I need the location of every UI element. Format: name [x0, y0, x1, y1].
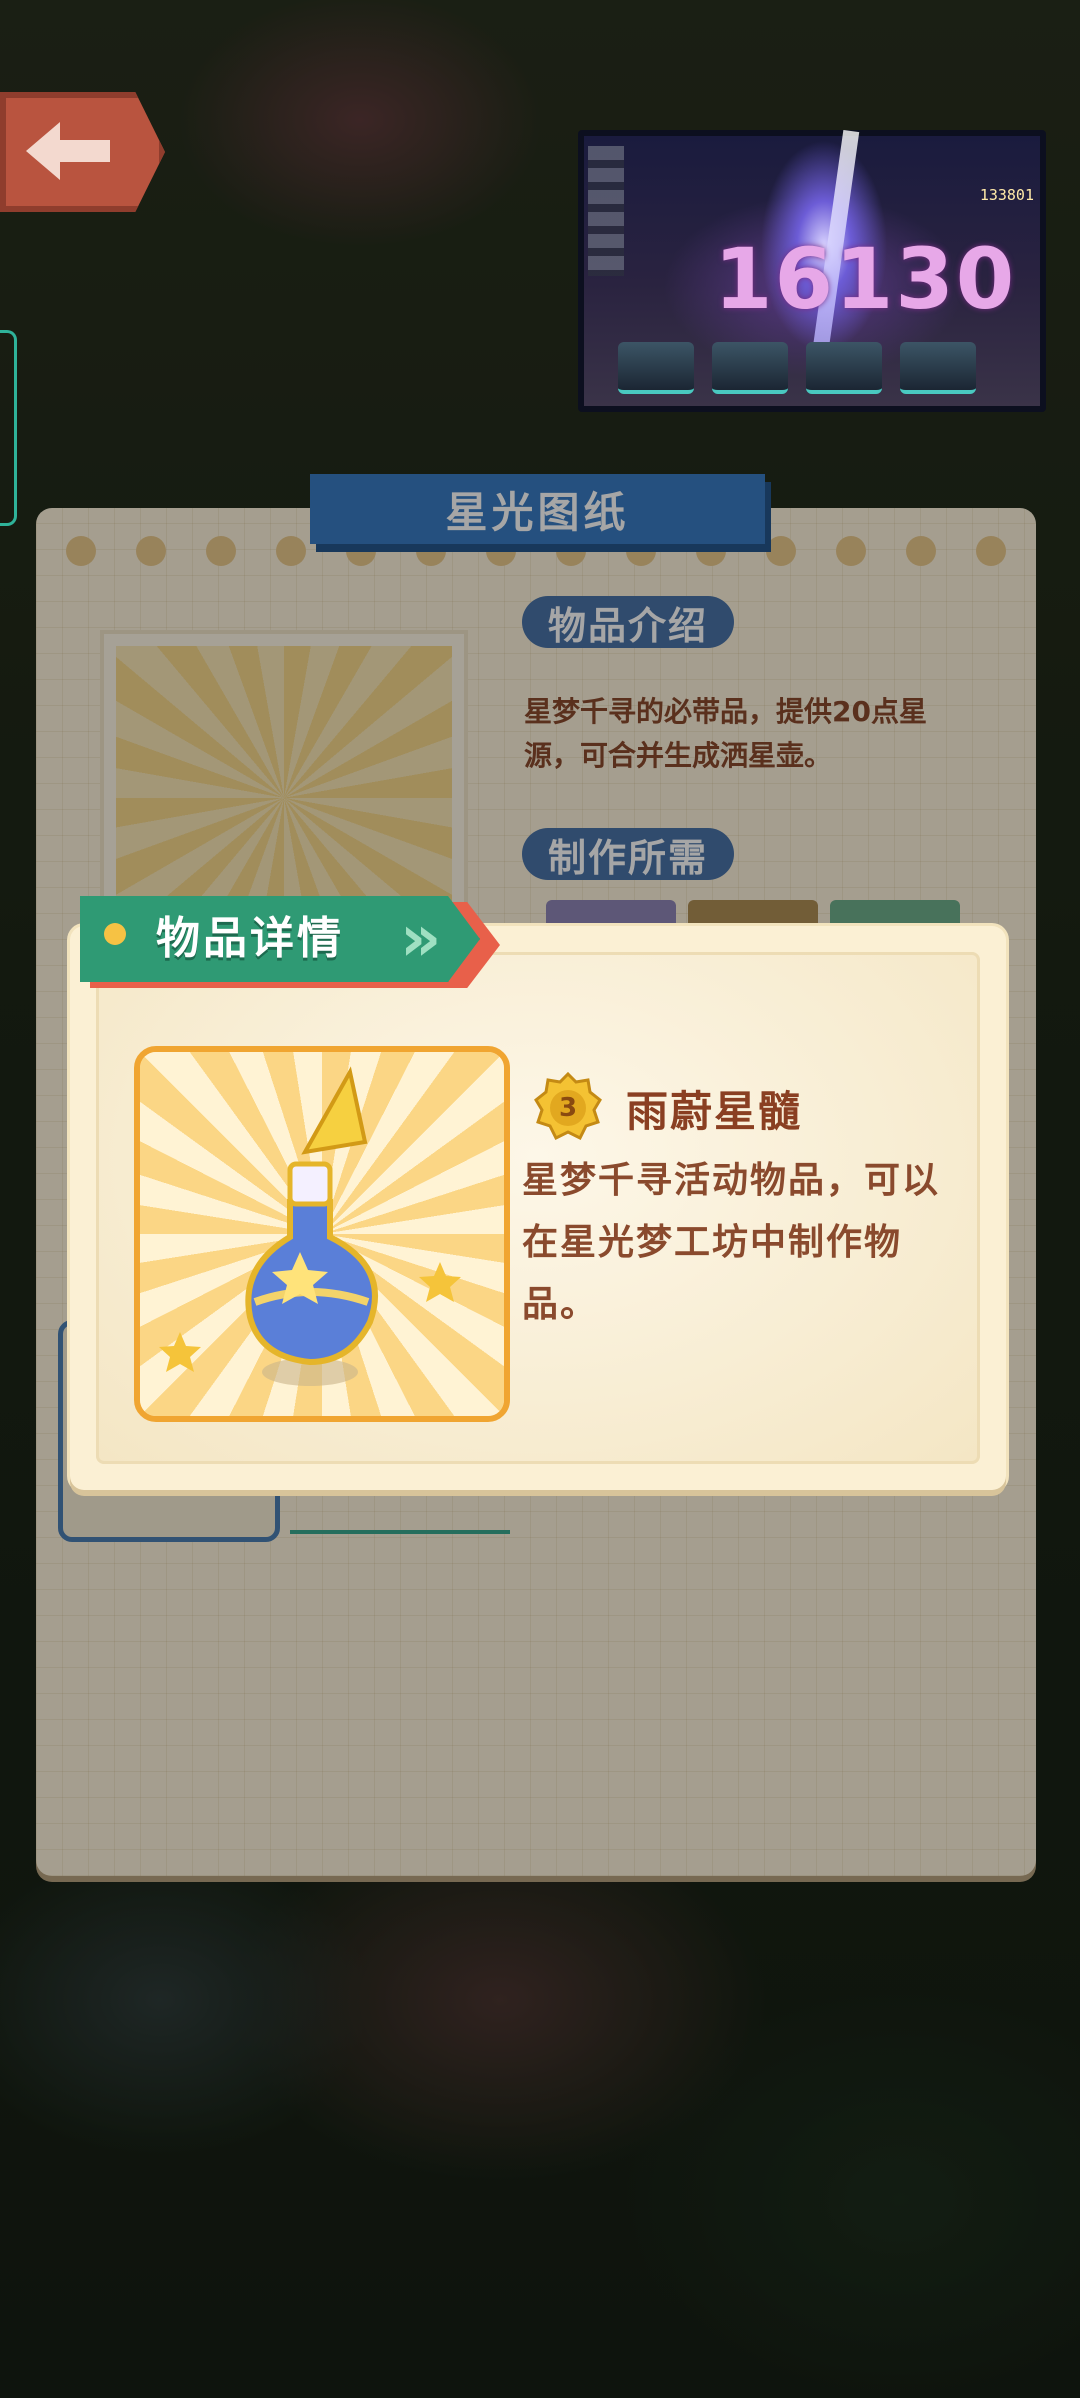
back-arrow-icon	[26, 122, 110, 180]
item-name: 雨蔚星髓	[626, 1087, 803, 1136]
ribbon-chevron-icon: »	[400, 902, 442, 976]
item-image-frame	[134, 1046, 510, 1422]
item-detail-header: 物品详情	[156, 913, 344, 964]
back-button[interactable]	[0, 92, 165, 212]
item-detail-modal: 物品详情 » 3 雨蔚星髓 星梦千寻活动物品，可以在星光梦工坊中制作物品。	[70, 896, 1006, 1490]
battle-counter: 133801	[979, 186, 1034, 204]
rarity-level: 3	[558, 1093, 578, 1123]
side-drawer-tab[interactable]	[0, 330, 17, 526]
star-potion-bottle-icon	[159, 1066, 461, 1386]
item-description: 星梦千寻活动物品，可以在星光梦工坊中制作物品。	[522, 1160, 941, 1325]
battle-hud-left	[588, 146, 624, 276]
party-bar	[618, 342, 976, 394]
floating-video-window[interactable]: 16130 133801	[578, 130, 1046, 412]
damage-number: 16130	[714, 230, 1017, 328]
